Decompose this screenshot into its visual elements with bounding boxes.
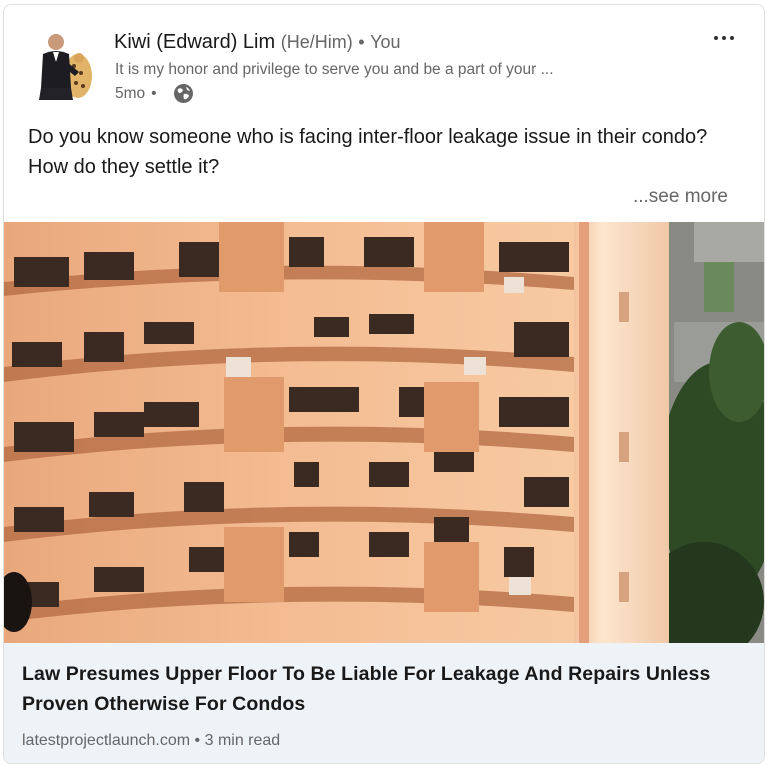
see-more-link[interactable]: ...see more	[633, 186, 728, 208]
article-read-time: 3 min read	[204, 732, 281, 749]
post-meta: 5mo •	[115, 83, 194, 104]
author-line: Kiwi (Edward) Lim (He/Him) • You	[114, 31, 401, 54]
article-meta: latestprojectlaunch.com • 3 min read	[22, 732, 280, 750]
article-preview-footer[interactable]: Law Presumes Upper Floor To Be Liable Fo…	[4, 643, 764, 763]
article-source: latestprojectlaunch.com	[22, 732, 191, 749]
post-text: Do you know someone who is facing inter-…	[28, 126, 708, 178]
author-headline[interactable]: It is my honor and privilege to serve yo…	[115, 61, 554, 79]
post-time[interactable]: 5mo	[115, 85, 145, 103]
globe-icon	[173, 83, 194, 104]
feed-post-card: Kiwi (Edward) Lim (He/Him) • You It is m…	[3, 4, 765, 764]
separator-dot: •	[194, 732, 201, 749]
more-options-icon[interactable]	[709, 27, 739, 51]
separator-dot: •	[358, 32, 365, 52]
separator-dot: •	[151, 84, 157, 102]
author-avatar[interactable]	[31, 28, 97, 100]
author-pronouns: (He/Him)	[280, 32, 353, 52]
relationship-label: You	[370, 32, 401, 52]
article-title[interactable]: Law Presumes Upper Floor To Be Liable Fo…	[22, 659, 742, 719]
article-image[interactable]	[4, 222, 764, 643]
author-name[interactable]: Kiwi (Edward) Lim	[114, 31, 275, 53]
